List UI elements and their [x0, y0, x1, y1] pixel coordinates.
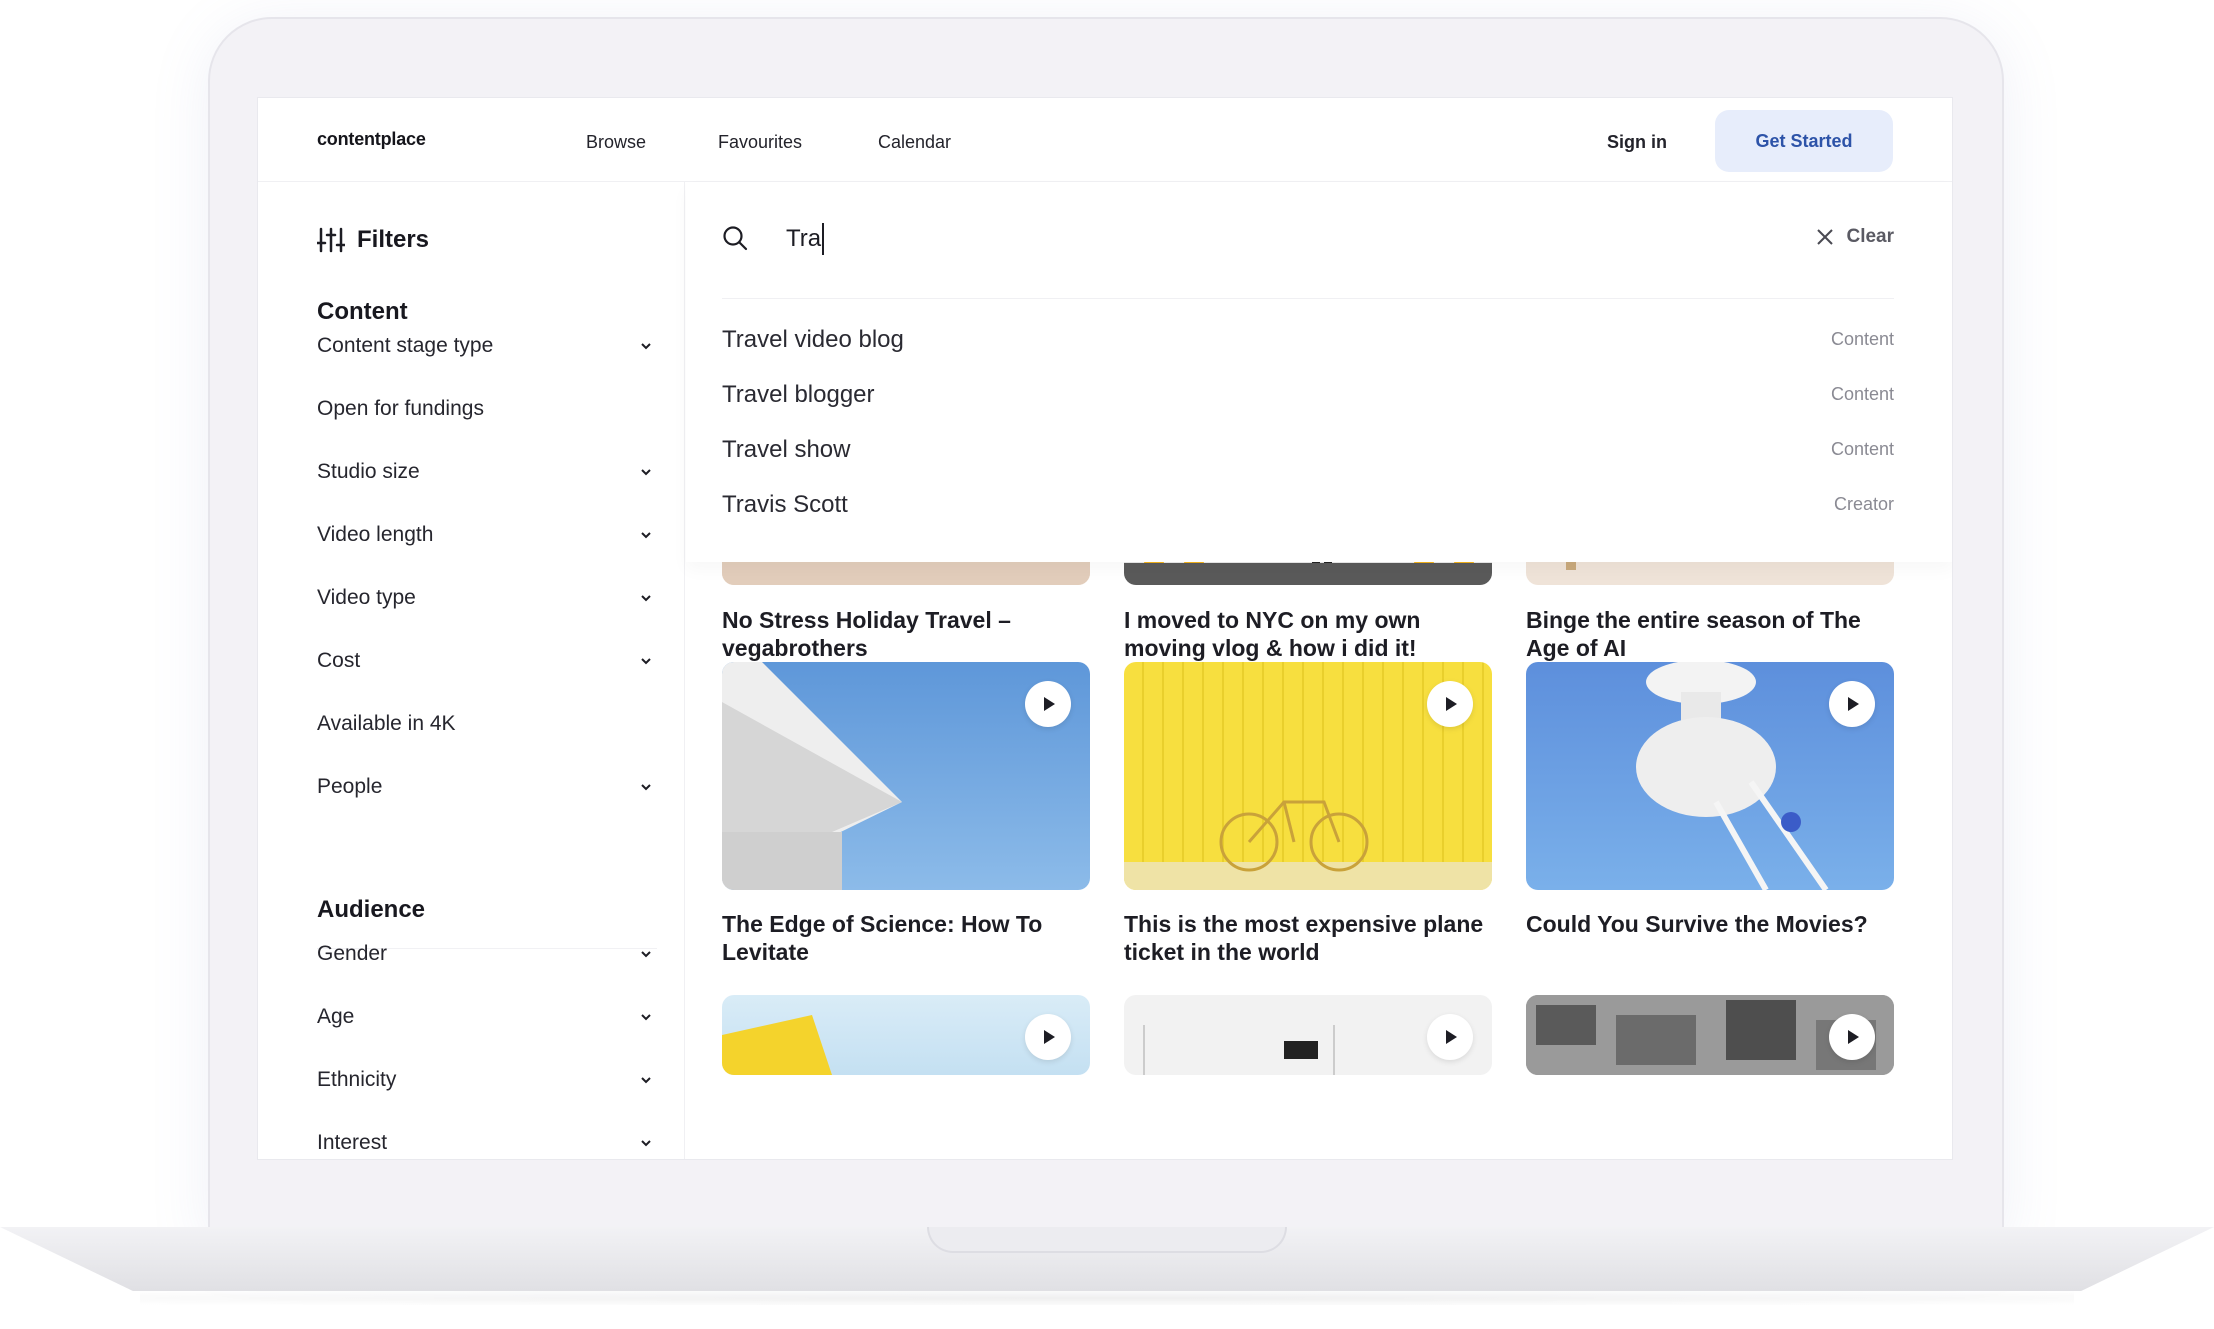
chevron-down-icon: [641, 658, 651, 665]
filter-label: Open for fundings: [317, 397, 484, 420]
card-title-4[interactable]: The Edge of Science: How To Levitate: [722, 910, 1102, 966]
laptop-shadow: [140, 1291, 2074, 1305]
suggestion-type: Content: [1830, 329, 1894, 349]
chevron-down-icon: [641, 1077, 651, 1084]
text-caret: [822, 223, 825, 255]
suggestion-item[interactable]: Travis Scott Creator: [722, 477, 1894, 532]
filter-open-for-fundings[interactable]: Open for fundings: [317, 389, 653, 429]
chevron-down-icon: [641, 1140, 651, 1147]
chevron-down-icon: [641, 532, 651, 539]
play-button[interactable]: [1025, 681, 1071, 727]
suggestion-type: Content: [1830, 384, 1894, 404]
card-thumbnail-5[interactable]: [1124, 662, 1492, 890]
card-thumbnail-7[interactable]: [722, 995, 1090, 1075]
nav-browse[interactable]: Browse: [586, 132, 646, 153]
sliders-icon: [317, 227, 345, 253]
card-title-3[interactable]: Binge the entire season of The Age of AI: [1526, 606, 1906, 662]
suggestion-text: Travis Scott: [722, 490, 848, 518]
main-content: No Stress Holiday Travel – vegabrothers …: [686, 182, 1952, 1159]
content-section-title: Content: [317, 298, 408, 325]
filter-label: Age: [317, 1005, 355, 1028]
nav-favourites[interactable]: Favourites: [718, 132, 802, 153]
search-input-value: Tra: [786, 225, 822, 252]
play-button[interactable]: [1025, 1014, 1071, 1060]
close-icon: [1817, 229, 1834, 245]
filter-studio-size[interactable]: Studio size: [317, 452, 653, 492]
audience-section-title: Audience: [317, 896, 426, 923]
filter-label: Studio size: [317, 460, 420, 483]
filter-cost[interactable]: Cost: [317, 641, 653, 681]
app-screen: contentplace Browse Favourites Calendar …: [257, 97, 1953, 1160]
filters-header[interactable]: Filters: [317, 226, 429, 254]
play-button[interactable]: [1829, 1014, 1875, 1060]
filter-age[interactable]: Age: [317, 997, 653, 1037]
suggestion-text: Travel show: [722, 435, 851, 463]
filter-content-stage-type[interactable]: Content stage type: [317, 326, 653, 366]
filter-video-length[interactable]: Video length: [317, 515, 653, 555]
filter-label: Interest: [317, 1131, 388, 1154]
suggestion-text: Travel video blog: [722, 325, 904, 353]
suggestion-item[interactable]: Travel show Content: [722, 422, 1894, 477]
get-started-button[interactable]: Get Started: [1715, 110, 1893, 172]
suggestion-item[interactable]: Travel blogger Content: [722, 367, 1894, 422]
filters-sidebar: Filters Content Content stage type Open …: [258, 182, 685, 1159]
card-title-2[interactable]: I moved to NYC on my own moving vlog & h…: [1124, 606, 1504, 662]
card-thumbnail-4[interactable]: [722, 662, 1090, 890]
play-button[interactable]: [1427, 681, 1473, 727]
suggestion-type: Content: [1830, 439, 1894, 459]
search-bar[interactable]: Tra Clear: [722, 182, 1894, 299]
filter-label: Gender: [317, 942, 388, 965]
filter-label: Ethnicity: [317, 1068, 397, 1091]
clear-label: Clear: [1846, 226, 1894, 247]
sign-in-link[interactable]: Sign in: [1607, 132, 1667, 153]
filter-available-in-4k[interactable]: Available in 4K: [317, 704, 653, 744]
search-dropdown: Tra Clear Travel video blog Content Trav…: [686, 182, 1952, 562]
filter-ethnicity[interactable]: Ethnicity: [317, 1060, 653, 1100]
filter-label: Available in 4K: [317, 712, 456, 735]
filter-interest[interactable]: Interest: [317, 1123, 653, 1159]
top-header: contentplace Browse Favourites Calendar …: [258, 98, 1952, 182]
card-thumbnail-8[interactable]: [1124, 995, 1492, 1075]
clear-button[interactable]: Clear: [1816, 226, 1894, 248]
suggestion-item[interactable]: Travel video blog Content: [722, 312, 1894, 367]
suggestion-type: Creator: [1833, 494, 1894, 514]
card-thumbnail-9[interactable]: [1526, 995, 1894, 1075]
filter-people[interactable]: People: [317, 767, 653, 807]
laptop-notch: [927, 1227, 1287, 1253]
filter-label: Video type: [317, 586, 416, 609]
play-button[interactable]: [1427, 1014, 1473, 1060]
filter-label: People: [317, 775, 383, 798]
filter-gender[interactable]: Gender: [317, 934, 653, 974]
chevron-down-icon: [641, 1014, 651, 1021]
chevron-down-icon: [641, 343, 651, 350]
card-thumbnail-6[interactable]: [1526, 662, 1894, 890]
filter-label: Cost: [317, 649, 361, 672]
filter-video-type[interactable]: Video type: [317, 578, 653, 618]
chevron-down-icon: [641, 469, 651, 476]
filter-label: Content stage type: [317, 334, 494, 357]
card-title-6[interactable]: Could You Survive the Movies?: [1526, 910, 1906, 938]
suggestion-text: Travel blogger: [722, 380, 875, 408]
card-title-5[interactable]: This is the most expensive plane ticket …: [1124, 910, 1504, 966]
chevron-down-icon: [641, 595, 651, 602]
logo[interactable]: contentplace: [317, 129, 426, 150]
filters-label: Filters: [357, 226, 430, 253]
search-icon: [723, 226, 748, 251]
play-button[interactable]: [1829, 681, 1875, 727]
card-title-1[interactable]: No Stress Holiday Travel – vegabrothers: [722, 606, 1102, 662]
chevron-down-icon: [641, 951, 651, 958]
chevron-down-icon: [641, 784, 651, 791]
filter-label: Video length: [317, 523, 434, 546]
search-input[interactable]: Tra: [786, 223, 825, 255]
nav-calendar[interactable]: Calendar: [878, 132, 951, 153]
